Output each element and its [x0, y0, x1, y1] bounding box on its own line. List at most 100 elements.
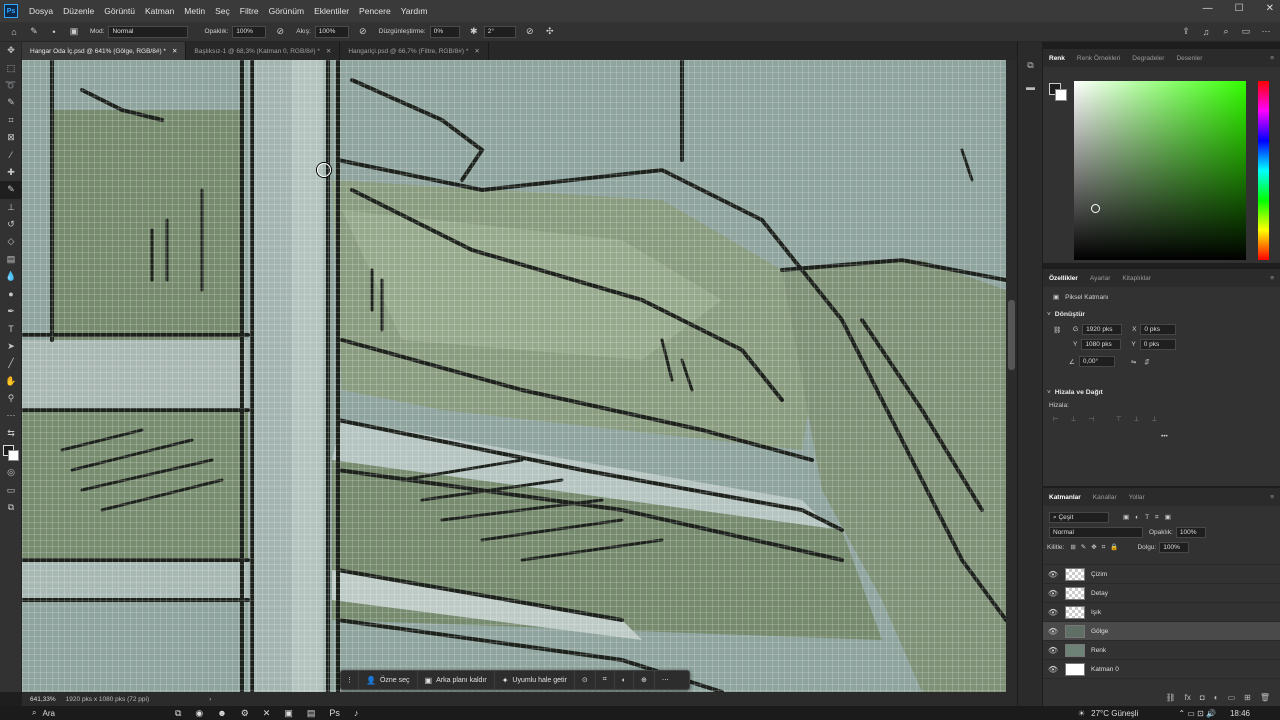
- tab-hangar-oda[interactable]: Hangar Oda İç.psd @ 641% (Gölge, RGB/8#)…: [22, 42, 187, 60]
- marquee-icon[interactable]: ⬚: [0, 59, 22, 76]
- clock[interactable]: 18:46: [1230, 709, 1250, 718]
- align-left-icon[interactable]: ⊢: [1053, 415, 1059, 423]
- drag-handle-icon[interactable]: ⋮: [341, 671, 359, 689]
- maximize-button[interactable]: ☐: [1235, 3, 1244, 14]
- ctx-adjust-icon[interactable]: ⊕: [634, 671, 655, 689]
- app-icon-2[interactable]: ▣: [284, 708, 293, 719]
- layer-row-detay[interactable]: 👁 Detay: [1043, 584, 1280, 603]
- ctx-mask-icon[interactable]: ◐: [615, 671, 634, 689]
- opacity-field[interactable]: 100%: [232, 25, 267, 38]
- eye-icon[interactable]: 👁: [1043, 665, 1063, 674]
- taskbar-search[interactable]: Ara: [42, 709, 54, 718]
- quick-select-icon[interactable]: ✎: [0, 94, 22, 111]
- close-tab-icon[interactable]: ✕: [172, 47, 177, 55]
- hand-icon[interactable]: ✋: [0, 372, 22, 389]
- layer-row-isik[interactable]: 👁 Işık: [1043, 603, 1280, 622]
- lock-icons[interactable]: ⊞✎✥⌗🔒: [1070, 543, 1123, 552]
- angle-field[interactable]: 2°: [483, 25, 516, 38]
- menu-help[interactable]: Yardım: [396, 6, 433, 16]
- flow-field[interactable]: 100%: [314, 25, 349, 38]
- spotify-icon[interactable]: ♪: [354, 708, 359, 718]
- panel-menu-icon[interactable]: ≡: [1264, 494, 1280, 501]
- brush-settings-icon[interactable]: ▣: [68, 26, 80, 38]
- align-right-icon[interactable]: ⊣: [1088, 415, 1094, 423]
- menu-window[interactable]: Pencere: [354, 6, 396, 16]
- tab-patterns[interactable]: Desenler: [1170, 55, 1208, 62]
- eye-icon[interactable]: 👁: [1043, 608, 1063, 617]
- menu-select[interactable]: Seç: [210, 6, 235, 16]
- brush-preset-icon[interactable]: ✎: [28, 26, 40, 38]
- move-icon[interactable]: ✥: [0, 42, 22, 59]
- layer-row-cizim[interactable]: 👁 Çizim: [1043, 565, 1280, 584]
- path-select-icon[interactable]: ➤: [0, 338, 22, 355]
- steam-icon[interactable]: ⚙: [241, 708, 249, 719]
- tab-swatches[interactable]: Renk Örnekleri: [1071, 55, 1126, 62]
- status-arrow-icon[interactable]: ›: [209, 696, 211, 703]
- browser-icon[interactable]: ◉: [195, 708, 203, 719]
- tab-gradients[interactable]: Degradeler: [1126, 55, 1170, 62]
- artboard-icon[interactable]: ⧉: [0, 499, 22, 516]
- swap-colors-icon[interactable]: ⇆: [0, 425, 22, 442]
- share-icon[interactable]: ⇪: [1180, 26, 1192, 38]
- quick-mask-icon[interactable]: ◎: [0, 464, 22, 481]
- brush-icon[interactable]: ✎: [0, 181, 22, 199]
- width-field[interactable]: 1920 pks: [1082, 324, 1123, 335]
- ctx-select-icon[interactable]: ⊙: [575, 671, 596, 689]
- add-mask-icon[interactable]: ◘: [1200, 693, 1205, 702]
- height-field[interactable]: 1080 pks: [1081, 339, 1122, 350]
- delete-layer-icon[interactable]: 🗑: [1260, 693, 1270, 702]
- chevron-down-icon[interactable]: ˅: [1047, 311, 1051, 318]
- remove-background-button[interactable]: ▣ Arka planı kaldır: [418, 671, 495, 689]
- panel-menu-icon[interactable]: ≡: [1264, 275, 1280, 282]
- lasso-icon[interactable]: ➰: [0, 77, 22, 94]
- dodge-icon[interactable]: ●: [0, 285, 22, 302]
- eyedropper-icon[interactable]: ⁄: [0, 146, 22, 163]
- flip-vertical-icon[interactable]: ⇵: [1144, 358, 1149, 366]
- gear-icon[interactable]: ✱: [468, 26, 480, 38]
- app-icon-3[interactable]: ▤: [307, 708, 316, 719]
- frame-icon[interactable]: ⊠: [0, 129, 22, 146]
- close-tab-icon[interactable]: ✕: [326, 47, 331, 55]
- layer-filter-select[interactable]: ⌕ Çeşit: [1049, 512, 1109, 523]
- home-icon[interactable]: ⌂: [8, 26, 20, 38]
- mode-select[interactable]: Normal: [108, 25, 189, 38]
- color-picker-ring[interactable]: [1091, 204, 1100, 213]
- more-options-icon[interactable]: •••: [1161, 433, 1168, 440]
- eraser-icon[interactable]: ◇: [0, 233, 22, 250]
- scrollbar-thumb[interactable]: [1008, 300, 1015, 370]
- color-swatches[interactable]: [0, 442, 22, 464]
- flip-horizontal-icon[interactable]: ⇋: [1131, 358, 1136, 366]
- align-bottom-icon[interactable]: ⊥: [1151, 415, 1157, 423]
- task-view-icon[interactable]: ⧉: [175, 708, 181, 719]
- tab-color[interactable]: Renk: [1043, 55, 1071, 62]
- pressure-size-icon[interactable]: ⊘: [524, 26, 536, 38]
- x-field[interactable]: 0 pks: [1140, 324, 1177, 335]
- photoshop-taskbar-icon[interactable]: Ps: [329, 708, 340, 718]
- brush-size-icon[interactable]: •: [48, 26, 60, 38]
- harmonize-button[interactable]: ✦ Uyumlu hale getir: [495, 671, 575, 689]
- chevron-down-icon[interactable]: ˅: [1047, 389, 1051, 396]
- line-icon[interactable]: ╱: [0, 355, 22, 372]
- panel-menu-icon[interactable]: ≡: [1264, 55, 1280, 62]
- menu-filter[interactable]: Filtre: [235, 6, 264, 16]
- menu-file[interactable]: Dosya: [24, 6, 58, 16]
- menu-layer[interactable]: Katman: [140, 6, 179, 16]
- menu-type[interactable]: Metin: [179, 6, 210, 16]
- menu-edit[interactable]: Düzenle: [58, 6, 99, 16]
- search-icon[interactable]: ⌕: [1220, 26, 1232, 38]
- close-button[interactable]: ✕: [1266, 3, 1274, 14]
- tab-libraries[interactable]: Kitaplıklar: [1116, 275, 1157, 282]
- background-swatch[interactable]: [1055, 89, 1067, 101]
- minimize-button[interactable]: —: [1203, 3, 1213, 14]
- search-icon[interactable]: ⌕: [32, 708, 36, 718]
- gradient-icon[interactable]: ▤: [0, 251, 22, 268]
- layer-row-katman0[interactable]: 👁 Katman 0: [1043, 660, 1280, 679]
- comments-icon[interactable]: ▬: [1018, 76, 1043, 98]
- link-icon[interactable]: ⛓: [1053, 326, 1073, 334]
- document-canvas[interactable]: [22, 60, 1006, 692]
- pen-icon[interactable]: ✒: [0, 303, 22, 320]
- smoothing-field[interactable]: 0%: [429, 25, 460, 38]
- crop-icon[interactable]: ⌗: [0, 112, 22, 129]
- layer-row-golge[interactable]: 👁 Gölge: [1043, 622, 1280, 641]
- tab-hangarici[interactable]: Hangariçi.psd @ 66,7% (Filtre, RGB/8#) *…: [340, 42, 489, 60]
